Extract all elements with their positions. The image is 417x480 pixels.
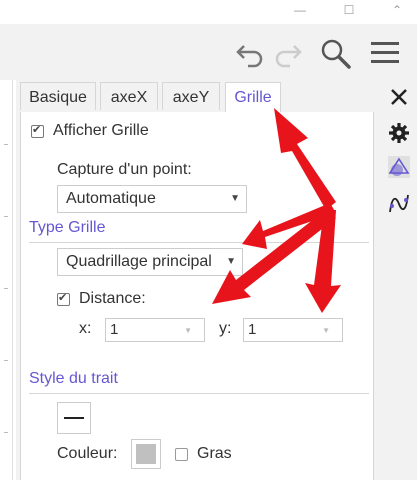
curve-icon[interactable] — [388, 192, 410, 214]
tab-axex[interactable]: axeX — [100, 82, 158, 110]
grid-type-section-title: Type Grille — [29, 219, 106, 236]
graphics-view-edge — [0, 80, 13, 480]
x-distance-label: x: — [79, 320, 92, 337]
undo-icon[interactable] — [234, 36, 268, 70]
grid-type-value: Quadrillage principal — [66, 253, 212, 270]
title-bar: — ☐ ⌃ — [0, 0, 417, 24]
distance-checkbox[interactable] — [57, 291, 70, 306]
y-distance-value: 1 — [248, 321, 257, 338]
show-grid-checkbox[interactable] — [31, 123, 44, 138]
settings-panel: Basique axeX axeY Grille Afficher Grille… — [16, 80, 380, 480]
dropdown-arrow-icon: ▼ — [230, 193, 240, 204]
divider — [29, 242, 369, 243]
y-distance-label: y: — [219, 320, 232, 337]
right-sidebar — [380, 80, 417, 480]
x-distance-input[interactable]: 1 ▼ — [105, 318, 205, 342]
distance-label: Distance: — [79, 290, 146, 307]
dropdown-arrow-icon: ▼ — [184, 326, 192, 335]
bold-checkbox[interactable] — [175, 448, 188, 461]
point-capture-value: Automatique — [66, 190, 156, 207]
dropdown-arrow-icon: ▼ — [226, 256, 236, 267]
grid-settings-content: Afficher Grille Capture d'un point: Auto… — [20, 112, 374, 480]
line-style-section-title: Style du trait — [29, 370, 118, 387]
minimize-button[interactable]: — — [285, 0, 315, 24]
color-label: Couleur: — [57, 445, 118, 462]
show-grid-label: Afficher Grille — [53, 122, 149, 139]
y-distance-input[interactable]: 1 ▼ — [243, 318, 343, 342]
point-capture-label: Capture d'un point: — [57, 161, 192, 178]
grid-type-select[interactable]: Quadrillage principal ▼ — [57, 248, 243, 276]
redo-icon[interactable] — [270, 36, 304, 70]
tab-axey[interactable]: axeY — [162, 82, 220, 110]
color-swatch-button[interactable] — [131, 439, 161, 469]
collapse-button[interactable]: ⌃ — [382, 0, 412, 24]
divider — [29, 393, 369, 394]
tab-grille[interactable]: Grille — [225, 82, 281, 114]
color-swatch-fill — [136, 444, 156, 464]
dropdown-arrow-icon: ▼ — [322, 326, 330, 335]
gear-icon[interactable] — [388, 122, 410, 144]
bold-label: Gras — [197, 445, 232, 462]
close-icon[interactable] — [388, 86, 410, 108]
menu-icon[interactable] — [368, 36, 402, 70]
tab-basique[interactable]: Basique — [20, 82, 96, 110]
line-style-button[interactable] — [57, 402, 91, 434]
x-distance-value: 1 — [110, 321, 119, 338]
line-style-preview — [64, 417, 84, 419]
point-capture-select[interactable]: Automatique ▼ — [57, 185, 247, 213]
search-icon[interactable] — [318, 36, 352, 70]
toolbar — [0, 24, 417, 80]
maximize-button[interactable]: ☐ — [334, 0, 364, 24]
triangle-circle-icon[interactable] — [388, 156, 410, 178]
